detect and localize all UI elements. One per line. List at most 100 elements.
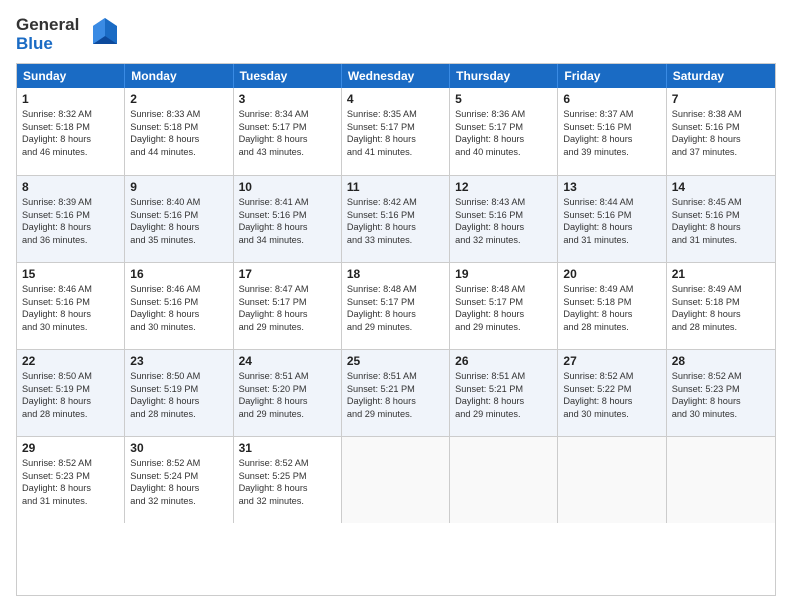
calendar: SundayMondayTuesdayWednesdayThursdayFrid… [16, 63, 776, 596]
daylight-hours: Daylight: 8 hours [563, 395, 660, 407]
daylight-hours: Daylight: 8 hours [347, 308, 444, 320]
sunset: Sunset: 5:17 PM [239, 296, 336, 308]
sunset: Sunset: 5:21 PM [347, 383, 444, 395]
calendar-day-24: 24Sunrise: 8:51 AMSunset: 5:20 PMDayligh… [234, 350, 342, 436]
calendar-day-15: 15Sunrise: 8:46 AMSunset: 5:16 PMDayligh… [17, 263, 125, 349]
daylight-minutes: and 29 minutes. [347, 321, 444, 333]
calendar-day-17: 17Sunrise: 8:47 AMSunset: 5:17 PMDayligh… [234, 263, 342, 349]
calendar-day-23: 23Sunrise: 8:50 AMSunset: 5:19 PMDayligh… [125, 350, 233, 436]
calendar-week-4: 22Sunrise: 8:50 AMSunset: 5:19 PMDayligh… [17, 349, 775, 436]
calendar-day-19: 19Sunrise: 8:48 AMSunset: 5:17 PMDayligh… [450, 263, 558, 349]
sunrise: Sunrise: 8:52 AM [239, 457, 336, 469]
day-number: 18 [347, 267, 444, 281]
calendar-day-31: 31Sunrise: 8:52 AMSunset: 5:25 PMDayligh… [234, 437, 342, 523]
daylight-minutes: and 29 minutes. [455, 408, 552, 420]
calendar-day-6: 6Sunrise: 8:37 AMSunset: 5:16 PMDaylight… [558, 88, 666, 175]
calendar-body: 1Sunrise: 8:32 AMSunset: 5:18 PMDaylight… [17, 88, 775, 523]
daylight-hours: Daylight: 8 hours [130, 221, 227, 233]
sunset: Sunset: 5:18 PM [563, 296, 660, 308]
daylight-hours: Daylight: 8 hours [563, 221, 660, 233]
daylight-minutes: and 28 minutes. [563, 321, 660, 333]
sunrise: Sunrise: 8:44 AM [563, 196, 660, 208]
sunset: Sunset: 5:23 PM [672, 383, 770, 395]
daylight-minutes: and 41 minutes. [347, 146, 444, 158]
calendar-day-4: 4Sunrise: 8:35 AMSunset: 5:17 PMDaylight… [342, 88, 450, 175]
daylight-minutes: and 28 minutes. [672, 321, 770, 333]
calendar-day-28: 28Sunrise: 8:52 AMSunset: 5:23 PMDayligh… [667, 350, 775, 436]
sunset: Sunset: 5:16 PM [239, 209, 336, 221]
sunset: Sunset: 5:16 PM [672, 121, 770, 133]
daylight-minutes: and 43 minutes. [239, 146, 336, 158]
daylight-hours: Daylight: 8 hours [239, 221, 336, 233]
day-number: 3 [239, 92, 336, 106]
day-number: 14 [672, 180, 770, 194]
daylight-minutes: and 46 minutes. [22, 146, 119, 158]
daylight-hours: Daylight: 8 hours [347, 133, 444, 145]
calendar-day-3: 3Sunrise: 8:34 AMSunset: 5:17 PMDaylight… [234, 88, 342, 175]
daylight-minutes: and 32 minutes. [130, 495, 227, 507]
header-day-friday: Friday [558, 64, 666, 88]
daylight-minutes: and 30 minutes. [672, 408, 770, 420]
day-number: 27 [563, 354, 660, 368]
day-number: 30 [130, 441, 227, 455]
calendar-day-empty [667, 437, 775, 523]
sunrise: Sunrise: 8:52 AM [130, 457, 227, 469]
calendar-day-18: 18Sunrise: 8:48 AMSunset: 5:17 PMDayligh… [342, 263, 450, 349]
calendar-week-5: 29Sunrise: 8:52 AMSunset: 5:23 PMDayligh… [17, 436, 775, 523]
calendar-week-3: 15Sunrise: 8:46 AMSunset: 5:16 PMDayligh… [17, 262, 775, 349]
page: General Blue SundayMond [0, 0, 792, 612]
daylight-hours: Daylight: 8 hours [455, 221, 552, 233]
daylight-minutes: and 34 minutes. [239, 234, 336, 246]
sunset: Sunset: 5:25 PM [239, 470, 336, 482]
sunset: Sunset: 5:18 PM [22, 121, 119, 133]
calendar-day-12: 12Sunrise: 8:43 AMSunset: 5:16 PMDayligh… [450, 176, 558, 262]
sunset: Sunset: 5:17 PM [455, 121, 552, 133]
calendar-day-25: 25Sunrise: 8:51 AMSunset: 5:21 PMDayligh… [342, 350, 450, 436]
daylight-minutes: and 36 minutes. [22, 234, 119, 246]
day-number: 2 [130, 92, 227, 106]
sunset: Sunset: 5:16 PM [130, 296, 227, 308]
calendar-day-11: 11Sunrise: 8:42 AMSunset: 5:16 PMDayligh… [342, 176, 450, 262]
daylight-hours: Daylight: 8 hours [239, 133, 336, 145]
day-number: 10 [239, 180, 336, 194]
sunset: Sunset: 5:17 PM [239, 121, 336, 133]
sunset: Sunset: 5:16 PM [455, 209, 552, 221]
daylight-hours: Daylight: 8 hours [130, 133, 227, 145]
calendar-day-empty [558, 437, 666, 523]
daylight-hours: Daylight: 8 hours [672, 308, 770, 320]
daylight-minutes: and 28 minutes. [130, 408, 227, 420]
sunrise: Sunrise: 8:33 AM [130, 108, 227, 120]
sunrise: Sunrise: 8:49 AM [563, 283, 660, 295]
header: General Blue [16, 16, 776, 53]
sunset: Sunset: 5:19 PM [22, 383, 119, 395]
calendar-header: SundayMondayTuesdayWednesdayThursdayFrid… [17, 64, 775, 88]
daylight-minutes: and 37 minutes. [672, 146, 770, 158]
daylight-minutes: and 35 minutes. [130, 234, 227, 246]
day-number: 15 [22, 267, 119, 281]
sunrise: Sunrise: 8:43 AM [455, 196, 552, 208]
calendar-day-27: 27Sunrise: 8:52 AMSunset: 5:22 PMDayligh… [558, 350, 666, 436]
sunset: Sunset: 5:16 PM [130, 209, 227, 221]
daylight-hours: Daylight: 8 hours [455, 308, 552, 320]
daylight-hours: Daylight: 8 hours [347, 395, 444, 407]
sunrise: Sunrise: 8:51 AM [239, 370, 336, 382]
calendar-day-5: 5Sunrise: 8:36 AMSunset: 5:17 PMDaylight… [450, 88, 558, 175]
sunrise: Sunrise: 8:52 AM [563, 370, 660, 382]
sunrise: Sunrise: 8:45 AM [672, 196, 770, 208]
sunrise: Sunrise: 8:37 AM [563, 108, 660, 120]
sunset: Sunset: 5:16 PM [563, 209, 660, 221]
daylight-hours: Daylight: 8 hours [22, 221, 119, 233]
sunrise: Sunrise: 8:36 AM [455, 108, 552, 120]
sunset: Sunset: 5:20 PM [239, 383, 336, 395]
header-day-monday: Monday [125, 64, 233, 88]
calendar-week-2: 8Sunrise: 8:39 AMSunset: 5:16 PMDaylight… [17, 175, 775, 262]
daylight-hours: Daylight: 8 hours [22, 133, 119, 145]
calendar-day-14: 14Sunrise: 8:45 AMSunset: 5:16 PMDayligh… [667, 176, 775, 262]
calendar-day-empty [342, 437, 450, 523]
sunrise: Sunrise: 8:38 AM [672, 108, 770, 120]
daylight-minutes: and 30 minutes. [130, 321, 227, 333]
daylight-minutes: and 29 minutes. [239, 321, 336, 333]
calendar-day-2: 2Sunrise: 8:33 AMSunset: 5:18 PMDaylight… [125, 88, 233, 175]
day-number: 13 [563, 180, 660, 194]
sunrise: Sunrise: 8:48 AM [455, 283, 552, 295]
